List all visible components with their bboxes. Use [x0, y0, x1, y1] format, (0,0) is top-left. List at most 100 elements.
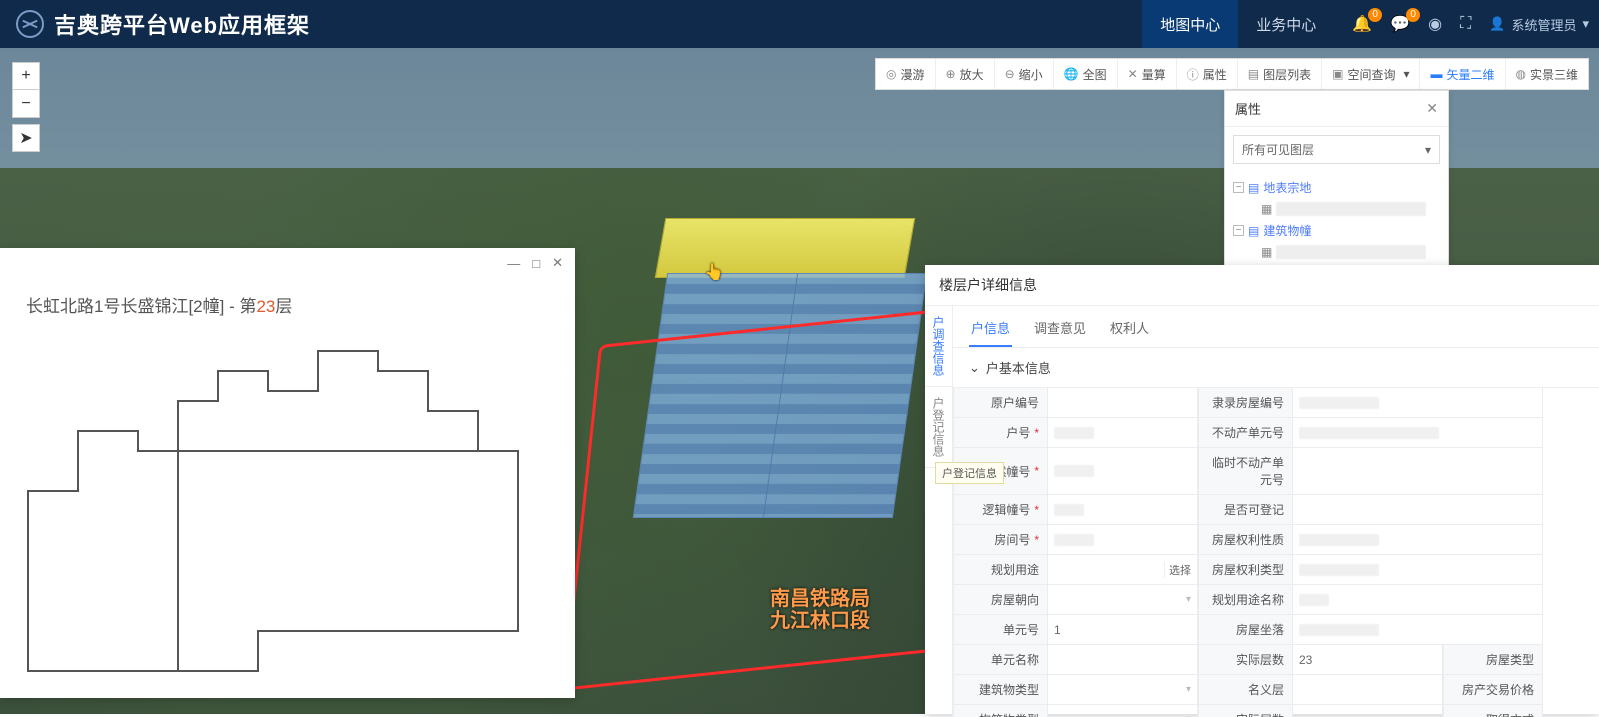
tree-node-parcel[interactable]: − ▤ 地表宗地: [1233, 176, 1440, 199]
property-panel: 属性 ✕ 所有可见图层 ▾ − ▤ 地表宗地 ▦ − ▤ 建筑物幢 ▦: [1224, 90, 1449, 273]
val-can-reg[interactable]: [1293, 495, 1543, 525]
layers-icon: ▤: [1248, 224, 1259, 238]
val-plan-name[interactable]: [1293, 585, 1543, 615]
tree-node-label: 建筑物幢: [1263, 222, 1311, 239]
collapse-icon[interactable]: −: [1233, 225, 1244, 236]
val-orig-id[interactable]: [1048, 388, 1198, 418]
ruler-icon: ✕: [1128, 67, 1138, 81]
floor-panel-controls: — □ ✕: [0, 248, 575, 278]
tool-attr[interactable]: ⓘ属性: [1176, 59, 1237, 89]
val-room-no[interactable]: [1048, 525, 1198, 555]
property-panel-header: 属性 ✕: [1225, 91, 1448, 127]
lbl-right-nature: 房屋权利性质: [1198, 525, 1293, 555]
val-nominal[interactable]: [1293, 675, 1443, 705]
val-real-floor[interactable]: 23: [1293, 645, 1443, 675]
query-icon: ▣: [1332, 67, 1343, 81]
app-header: 吉奥跨平台Web应用框架 地图中心 业务中心 🔔0 💬0 ◉ ⛶ 👤 系统管理员…: [0, 0, 1599, 48]
tool-zoomout[interactable]: ⊖缩小: [994, 59, 1053, 89]
minimize-icon[interactable]: —: [507, 256, 520, 271]
lbl-plan-use: 规划用途: [953, 555, 1048, 585]
vtab-register[interactable]: 户登记信息: [925, 387, 952, 468]
map-toolbar: ◎漫游 ⊕放大 ⊖缩小 🌐全图 ✕量算 ⓘ属性 ▤图层列表 ▣空间查询▾ ▬矢量…: [875, 58, 1589, 90]
info-icon: ⓘ: [1187, 66, 1199, 83]
tree-node-building[interactable]: − ▤ 建筑物幢: [1233, 219, 1440, 242]
bell-icon[interactable]: 🔔0: [1352, 14, 1372, 34]
msg-badge: 0: [1406, 8, 1420, 22]
layer-selector[interactable]: 所有可见图层 ▾: [1233, 135, 1440, 164]
nav-map-center[interactable]: 地图中心: [1142, 0, 1238, 48]
val-orient[interactable]: ▾: [1048, 585, 1198, 615]
user-name: 系统管理员: [1511, 15, 1576, 34]
floor-plan[interactable]: [18, 331, 558, 691]
app-title: 吉奥跨平台Web应用框架: [54, 8, 310, 40]
chevron-down-icon[interactable]: ▾: [1186, 684, 1191, 695]
val-unit-name[interactable]: [1048, 645, 1198, 675]
lbl-can-reg: 是否可登记: [1198, 495, 1293, 525]
tree-child-value: [1276, 202, 1426, 216]
val-unit-no[interactable]: 1: [1048, 615, 1198, 645]
htab-rights[interactable]: 权利人: [1108, 314, 1151, 347]
val-tmp-unit[interactable]: [1293, 448, 1543, 495]
val-re-unit[interactable]: [1293, 418, 1543, 448]
val-plan-use[interactable]: 选择: [1048, 555, 1198, 585]
close-icon[interactable]: ✕: [1426, 100, 1438, 117]
lbl-nominal: 名义层: [1198, 675, 1293, 705]
fullscreen-icon[interactable]: ⛶: [1460, 15, 1471, 33]
layer-tree: − ▤ 地表宗地 ▦ − ▤ 建筑物幢 ▦: [1225, 172, 1448, 272]
val-hh-id[interactable]: [1048, 418, 1198, 448]
detail-panel: 楼层户详细信息 户调查信息 户登记信息 户信息 调查意见 权利人 ⌄ 户基本信息…: [925, 265, 1599, 714]
tool-real3d[interactable]: ◍实景三维: [1505, 59, 1589, 89]
lbl-real-floor: 实际层数: [1198, 645, 1293, 675]
val-right-type[interactable]: [1293, 555, 1543, 585]
layers-icon: ▤: [1248, 181, 1259, 195]
r3d-icon: ◍: [1516, 67, 1526, 81]
zoom-in-button[interactable]: +: [12, 62, 40, 90]
lbl-re-unit: 不动产单元号: [1198, 418, 1293, 448]
tool-roam[interactable]: ◎漫游: [876, 59, 935, 89]
chevron-down-icon[interactable]: ▾: [1186, 594, 1191, 605]
compass-button[interactable]: ➤: [12, 124, 40, 152]
val-struct-type[interactable]: ▾: [1048, 705, 1198, 717]
maximize-icon[interactable]: □: [532, 256, 540, 271]
tool-vector2d[interactable]: ▬矢量二维: [1419, 59, 1504, 89]
val-rec-id[interactable]: [1293, 388, 1543, 418]
user-menu[interactable]: 👤 系统管理员 ▾: [1489, 15, 1599, 34]
select-button[interactable]: 选择: [1164, 562, 1191, 578]
lbl-orient: 房屋朝向: [953, 585, 1048, 615]
val-nat-bldg[interactable]: [1048, 448, 1198, 495]
nav-biz-center[interactable]: 业务中心: [1238, 0, 1334, 48]
val-bldg-type[interactable]: ▾: [1048, 675, 1198, 705]
chevron-down-icon: ⌄: [969, 360, 980, 376]
vtab-survey[interactable]: 户调查信息: [925, 306, 952, 387]
val-location[interactable]: [1293, 615, 1543, 645]
tool-fullmap[interactable]: 🌐全图: [1053, 59, 1117, 89]
tool-layers[interactable]: ▤图层列表: [1237, 59, 1321, 89]
building-3d[interactable]: [650, 218, 910, 518]
header-icons: 🔔0 💬0 ◉ ⛶: [1334, 14, 1489, 34]
tool-spatial[interactable]: ▣空间查询▾: [1321, 59, 1419, 89]
tree-child-building[interactable]: ▦: [1261, 242, 1440, 262]
tool-measure[interactable]: ✕量算: [1117, 59, 1176, 89]
val-log-bldg[interactable]: [1048, 495, 1198, 525]
vec2d-icon: ▬: [1430, 67, 1442, 81]
dashboard-icon[interactable]: ◉: [1428, 14, 1442, 34]
layers-icon: ▤: [1248, 67, 1259, 81]
tool-zoomin[interactable]: ⊕放大: [935, 59, 994, 89]
val-real-floor2[interactable]: [1293, 705, 1443, 717]
close-icon[interactable]: ✕: [552, 255, 563, 271]
val-right-nature[interactable]: [1293, 525, 1543, 555]
section-basic-info[interactable]: ⌄ 户基本信息: [953, 348, 1599, 387]
lbl-real-floor2: 实际层数: [1198, 705, 1293, 717]
vtab-tooltip: 户登记信息: [935, 462, 1004, 484]
collapse-icon[interactable]: −: [1233, 182, 1244, 193]
lbl-orig-id: 原户编号: [953, 388, 1048, 418]
zoom-out-button[interactable]: −: [12, 90, 40, 118]
htab-info[interactable]: 户信息: [969, 314, 1012, 347]
globe-icon: 🌐: [1064, 67, 1079, 81]
htab-opinion[interactable]: 调查意见: [1032, 314, 1088, 347]
tree-child-parcel[interactable]: ▦: [1261, 199, 1440, 219]
floor-panel: — □ ✕ 长虹北路1号长盛锦江[2幢] - 第23层: [0, 248, 575, 698]
lbl-hh-id: 户号*: [953, 418, 1048, 448]
bell-badge: 0: [1368, 8, 1382, 22]
message-icon[interactable]: 💬0: [1390, 14, 1410, 34]
